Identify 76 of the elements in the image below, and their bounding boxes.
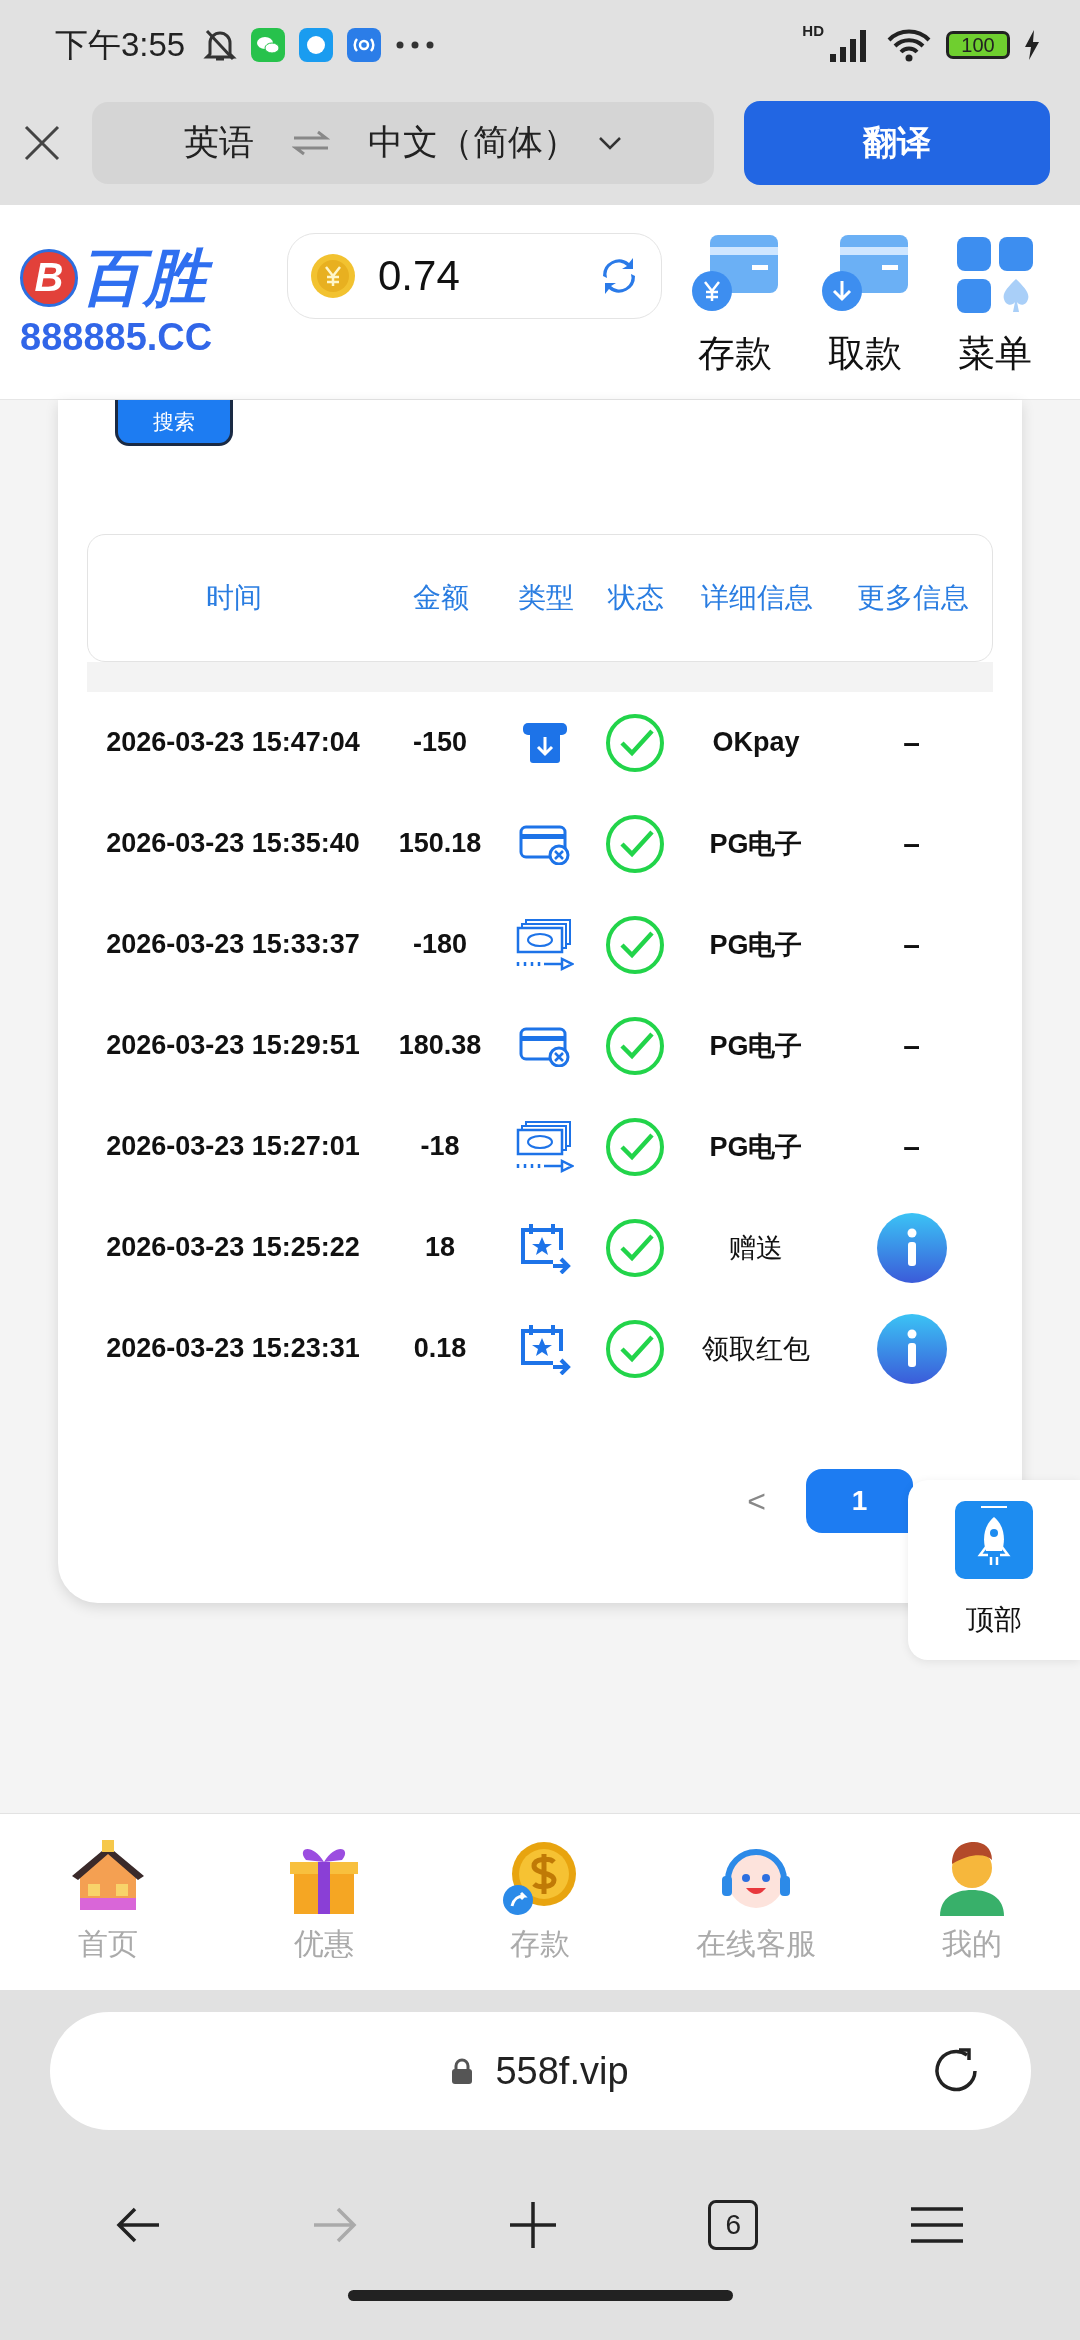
network-label: HD: [802, 22, 824, 39]
tab-count-button[interactable]: 6: [708, 2200, 759, 2250]
detail-cell-text: PG电子: [709, 1130, 803, 1164]
calendar-star-icon: [519, 1221, 571, 1274]
chat-app-icon: [251, 28, 286, 62]
logo-badge: B: [20, 248, 78, 307]
calendar-star-icon: [519, 1322, 571, 1375]
column-header: 类型: [518, 581, 574, 615]
time-cell: 2026-03-23 15:47:04: [106, 727, 360, 758]
chevron-down-icon[interactable]: [598, 135, 622, 150]
header-action-label[interactable]: 取款: [828, 329, 902, 379]
url-text[interactable]: 558f.vip: [495, 2049, 629, 2093]
wifi-icon: [886, 28, 932, 62]
column-header: 状态: [608, 581, 664, 615]
more-dots-icon: [395, 40, 436, 50]
header-action-label[interactable]: 菜单: [958, 329, 1032, 379]
address-bar[interactable]: 558f.vip: [49, 2012, 1031, 2130]
logo-domain: 888885.CC: [20, 316, 213, 359]
amount-cell: -150: [412, 727, 467, 758]
info-icon[interactable]: [874, 1210, 949, 1285]
info-icon[interactable]: [874, 1311, 949, 1386]
detail-cell-text: PG电子: [709, 928, 803, 962]
charging-bolt-icon: [1024, 30, 1040, 60]
amount-cell: -180: [412, 929, 467, 960]
amount-cell: 0.18: [413, 1333, 467, 1364]
column-header: 时间: [206, 581, 262, 615]
app-icon: [299, 28, 334, 62]
more-cell: –: [903, 826, 920, 861]
bell-off-icon: [203, 27, 238, 63]
previous-page-button[interactable]: <: [747, 1482, 766, 1520]
target-language[interactable]: 中文（简体）: [368, 119, 578, 166]
time-cell: 2026-03-23 15:23:31: [106, 1333, 360, 1364]
amount-cell: 180.38: [398, 1030, 482, 1061]
more-cell: –: [903, 927, 920, 962]
header-action-label[interactable]: 存款: [698, 329, 772, 379]
time-cell: 2026-03-23 15:29:51: [106, 1030, 360, 1061]
plus-icon[interactable]: [507, 2200, 558, 2250]
more-cell: –: [903, 1028, 920, 1063]
column-header: 更多信息: [856, 581, 969, 615]
search-button[interactable]: 搜索: [115, 400, 233, 446]
lock-icon: [451, 2057, 474, 2085]
site-logo[interactable]: B 百胜 888885.CC: [20, 239, 265, 359]
balance-amount: 0.74: [378, 252, 461, 300]
translate-button[interactable]: 翻译: [744, 100, 1050, 185]
menu-icon[interactable]: [908, 2205, 965, 2245]
more-cell: –: [903, 725, 920, 760]
language-selector[interactable]: 英语 中文（简体）: [92, 101, 714, 184]
back-to-top-panel[interactable]: 顶部: [908, 1480, 1080, 1660]
detail-cell-text: 领取红包: [702, 1332, 810, 1366]
status-time: 下午3:55: [55, 24, 186, 65]
battery-icon: 100: [946, 31, 1010, 59]
more-cell: –: [903, 1129, 920, 1164]
detail-cell-text: PG电子: [709, 827, 803, 861]
detail-cell-text: PG电子: [709, 1029, 803, 1063]
column-header: 详细信息: [701, 581, 813, 615]
time-cell: 2026-03-23 15:25:22: [106, 1232, 360, 1263]
detail-cell: OKpay: [712, 727, 800, 758]
radio-app-icon: [347, 28, 382, 62]
atm-download-icon: [521, 720, 569, 765]
rocket-icon[interactable]: [955, 1501, 1033, 1579]
coin-icon: [310, 253, 356, 299]
page-button[interactable]: 1: [806, 1469, 913, 1533]
amount-cell: -18: [420, 1131, 460, 1162]
column-header: 金额: [413, 581, 469, 615]
cash-transfer-icon: [516, 1119, 574, 1174]
amount-cell: 18: [424, 1232, 455, 1263]
detail-cell-text: 赠送: [729, 1231, 783, 1265]
back-arrow-icon[interactable]: [115, 2205, 162, 2245]
time-cell: 2026-03-23 15:27:01: [106, 1131, 360, 1162]
back-to-top-label[interactable]: 顶部: [966, 1601, 1022, 1639]
source-language[interactable]: 英语: [184, 119, 254, 166]
cash-transfer-icon: [516, 917, 574, 972]
logo-title: 百胜: [80, 239, 218, 317]
time-cell: 2026-03-23 15:35:40: [106, 828, 360, 859]
amount-cell: 150.18: [398, 828, 482, 859]
time-cell: 2026-03-23 15:33:37: [106, 929, 360, 960]
